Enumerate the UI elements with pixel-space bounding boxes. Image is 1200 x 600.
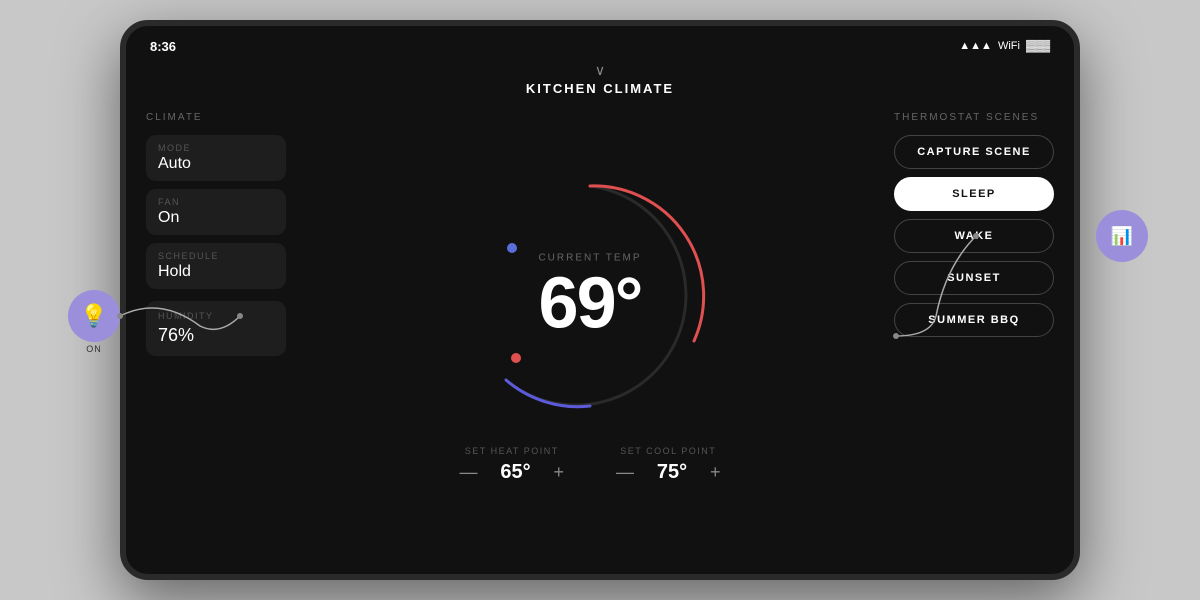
page-title: KITCHEN CLIMATE xyxy=(526,81,674,96)
left-device-float[interactable]: 💡 ON xyxy=(68,290,120,354)
current-temp-value: 69° xyxy=(539,263,642,343)
heat-minus-button[interactable]: — xyxy=(453,460,483,485)
humidity-label: HUMIDITY xyxy=(158,311,274,321)
climate-section-label: CLIMATE xyxy=(146,112,286,123)
fan-value: On xyxy=(158,209,274,227)
lightbulb-icon: 💡 xyxy=(80,303,107,329)
schedule-card[interactable]: SCHEDULE Hold xyxy=(146,243,286,289)
status-time: 8:36 xyxy=(150,39,176,54)
thermostat-ring[interactable]: CURRENT TEMP 69° xyxy=(460,166,720,426)
scene-button-sleep[interactable]: SLEEP xyxy=(894,177,1054,211)
scenes-section-label: THERMOSTAT SCENES xyxy=(894,112,1054,123)
temp-display: CURRENT TEMP 69° xyxy=(538,252,641,339)
scenes-list: CAPTURE SCENE SLEEP WAKE SUNSET SUMMER BBQ xyxy=(894,135,1054,345)
humidity-card: HUMIDITY 76% xyxy=(146,301,286,356)
schedule-value: Hold xyxy=(158,263,274,281)
heat-setpoint-controls: — 65° + xyxy=(453,460,570,485)
mode-card[interactable]: MODE Auto xyxy=(146,135,286,181)
fan-label: FAN xyxy=(158,197,274,207)
chevron-down-icon[interactable]: ∨ xyxy=(595,62,605,79)
cool-setpoint-label: SET COOL POINT xyxy=(620,446,716,456)
cool-setpoint: SET COOL POINT — 75° + xyxy=(610,446,727,485)
heat-setpoint-value: 65° xyxy=(495,461,535,484)
scene-button-sunset[interactable]: SUNSET xyxy=(894,261,1054,295)
right-device-float[interactable]: 📊 xyxy=(1096,210,1148,262)
device-left-label: ON xyxy=(86,344,102,354)
right-panel: THERMOSTAT SCENES CAPTURE SCENE SLEEP WAKE… xyxy=(874,96,1074,574)
fan-card[interactable]: FAN On xyxy=(146,189,286,235)
center-panel: CURRENT TEMP 69° SET HEAT POINT — 65° + … xyxy=(306,96,874,574)
battery-icon: ▓▓▓ xyxy=(1026,40,1050,52)
scene-button-wake[interactable]: WAKE xyxy=(894,219,1054,253)
setpoints: SET HEAT POINT — 65° + SET COOL POINT — … xyxy=(453,446,726,485)
scene-button-summer-bbq[interactable]: SUMMER BBQ xyxy=(894,303,1054,337)
cool-setpoint-value: 75° xyxy=(652,461,692,484)
cool-setpoint-controls: — 75° + xyxy=(610,460,727,485)
schedule-label: SCHEDULE xyxy=(158,251,274,261)
status-bar: 8:36 ▲▲▲ WiFi ▓▓▓ xyxy=(126,34,1074,58)
main-content: CLIMATE MODE Auto FAN On SCHEDULE Hold H… xyxy=(126,96,1074,574)
status-icons: ▲▲▲ WiFi ▓▓▓ xyxy=(959,40,1050,52)
signal-icon: ▲▲▲ xyxy=(959,40,992,52)
mode-label: MODE xyxy=(158,143,274,153)
header: ∨ KITCHEN CLIMATE xyxy=(126,62,1074,96)
mode-value: Auto xyxy=(158,155,274,173)
heat-setpoint-label: SET HEAT POINT xyxy=(465,446,559,456)
heat-setpoint: SET HEAT POINT — 65° + xyxy=(453,446,570,485)
wifi-icon: WiFi xyxy=(998,40,1020,52)
scene-button-capture-scene[interactable]: CAPTURE SCENE xyxy=(894,135,1054,169)
cool-minus-button[interactable]: — xyxy=(610,460,640,485)
heat-plus-button[interactable]: + xyxy=(547,460,570,485)
humidity-value: 76% xyxy=(158,325,274,346)
radiator-icon: 📊 xyxy=(1111,226,1133,247)
current-temp-label: CURRENT TEMP xyxy=(538,252,641,263)
tablet-frame: 8:36 ▲▲▲ WiFi ▓▓▓ ∨ KITCHEN CLIMATE CLIM… xyxy=(120,20,1080,580)
cool-plus-button[interactable]: + xyxy=(704,460,727,485)
left-panel: CLIMATE MODE Auto FAN On SCHEDULE Hold H… xyxy=(126,96,306,574)
